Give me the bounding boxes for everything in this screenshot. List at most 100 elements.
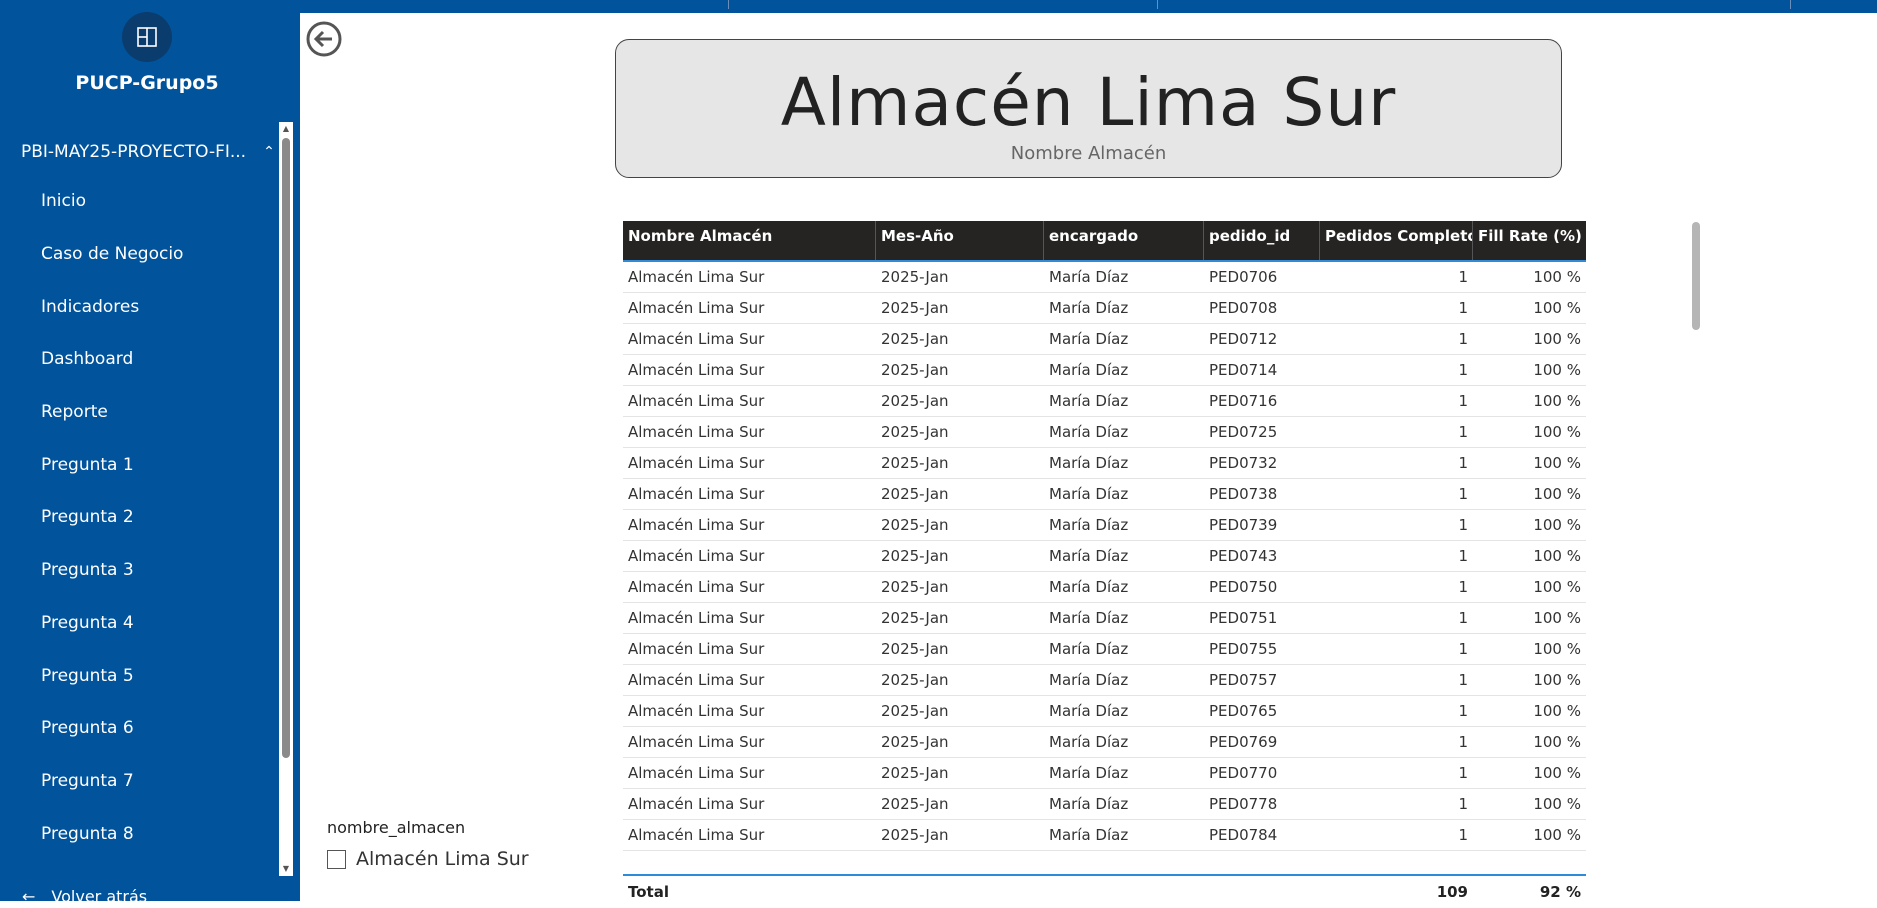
column-header[interactable]: Fill Rate (%)	[1473, 221, 1586, 260]
column-header[interactable]: encargado	[1044, 221, 1204, 260]
table-cell: 100 %	[1533, 361, 1581, 379]
slicer-option[interactable]: Almacén Lima Sur	[327, 848, 529, 870]
table-row: Almacén Lima Sur 2025-Jan María Díaz PED077…	[623, 789, 1586, 820]
table-cell: PED0738	[1209, 485, 1278, 503]
sidebar-item-caso-de-negocio[interactable]: Caso de Negocio	[0, 228, 280, 281]
table-row: Almacén Lima Sur 2025-Jan María Díaz PED076…	[623, 727, 1586, 758]
sidebar: PUCP-Grupo5 PBI-MAY25-PROYECTO-FI... ⌃ I…	[0, 0, 300, 901]
app-selector[interactable]: PBI-MAY25-PROYECTO-FI... ⌃	[21, 137, 281, 167]
table-cell: 100 %	[1533, 485, 1581, 503]
top-bar-divider	[728, 0, 729, 9]
table-row: Almacén Lima Sur 2025-Jan María Díaz PED071…	[623, 355, 1586, 386]
table-cell: 1	[1458, 795, 1468, 813]
table-cell: PED0739	[1209, 516, 1278, 534]
table-cell: Almacén Lima Sur	[628, 764, 765, 782]
total-pedidos-completos: 109	[1436, 883, 1468, 901]
table-cell: 100 %	[1533, 578, 1581, 596]
workspace-icon[interactable]	[122, 12, 172, 62]
column-header[interactable]: pedido_id	[1204, 221, 1320, 260]
table-cell: PED0706	[1209, 268, 1278, 286]
table-cell: María Díaz	[1049, 516, 1129, 534]
table-cell: Almacén Lima Sur	[628, 702, 765, 720]
column-header[interactable]: Mes-Año	[876, 221, 1044, 260]
table-row: Almacén Lima Sur 2025-Jan María Díaz PED078…	[623, 820, 1586, 851]
table-row: Almacén Lima Sur 2025-Jan María Díaz PED075…	[623, 634, 1586, 665]
sidebar-item-reporte[interactable]: Reporte	[0, 386, 280, 439]
table-cell: 1	[1458, 299, 1468, 317]
table-cell: PED0755	[1209, 640, 1278, 658]
table-cell: 100 %	[1533, 671, 1581, 689]
go-back-label: Volver atrás	[51, 887, 148, 901]
column-header[interactable]: Nombre Almacén	[623, 221, 876, 260]
table-row: Almacén Lima Sur 2025-Jan María Díaz PED074…	[623, 541, 1586, 572]
table-cell: Almacén Lima Sur	[628, 547, 765, 565]
table-cell: María Díaz	[1049, 764, 1129, 782]
table-cell: 1	[1458, 516, 1468, 534]
table-cell: 1	[1458, 764, 1468, 782]
scroll-down-icon[interactable]: ▼	[279, 862, 293, 876]
table-cell: 2025-Jan	[881, 299, 949, 317]
sidebar-item-pregunta-5[interactable]: Pregunta 5	[0, 649, 280, 702]
table-cell: Almacén Lima Sur	[628, 454, 765, 472]
table-cell: PED0769	[1209, 733, 1278, 751]
table-cell: 100 %	[1533, 392, 1581, 410]
table-cell: Almacén Lima Sur	[628, 361, 765, 379]
table-cell: 100 %	[1533, 454, 1581, 472]
table-cell: Almacén Lima Sur	[628, 516, 765, 534]
table-row: Almacén Lima Sur 2025-Jan María Díaz PED077…	[623, 758, 1586, 789]
table-cell: PED0765	[1209, 702, 1278, 720]
table-cell: María Díaz	[1049, 299, 1129, 317]
table-cell: María Díaz	[1049, 733, 1129, 751]
back-button[interactable]	[305, 20, 343, 58]
table-cell: María Díaz	[1049, 609, 1129, 627]
table-cell: PED0778	[1209, 795, 1278, 813]
sidebar-item-inicio[interactable]: Inicio	[0, 175, 280, 228]
table-cell: PED0770	[1209, 764, 1278, 782]
sidebar-item-pregunta-7[interactable]: Pregunta 7	[0, 755, 280, 808]
sidebar-item-pregunta-4[interactable]: Pregunta 4	[0, 597, 280, 650]
table-cell: María Díaz	[1049, 392, 1129, 410]
sidebar-item-dashboard[interactable]: Dashboard	[0, 333, 280, 386]
table-cell: 1	[1458, 671, 1468, 689]
table-cell: 1	[1458, 454, 1468, 472]
table-cell: 100 %	[1533, 330, 1581, 348]
column-header[interactable]: Pedidos Completos	[1320, 221, 1473, 260]
table-cell: Almacén Lima Sur	[628, 826, 765, 844]
scroll-up-icon[interactable]: ▲	[279, 122, 293, 136]
table-cell: Almacén Lima Sur	[628, 795, 765, 813]
table-cell: 1	[1458, 578, 1468, 596]
table-cell: 1	[1458, 547, 1468, 565]
table-cell: 2025-Jan	[881, 361, 949, 379]
top-bar	[300, 0, 1877, 13]
table-cell: PED0725	[1209, 423, 1278, 441]
table-row: Almacén Lima Sur 2025-Jan María Díaz PED073…	[623, 448, 1586, 479]
checkbox[interactable]	[327, 849, 346, 869]
sidebar-scrollbar[interactable]: ▲ ▼	[279, 122, 293, 876]
table-cell: 2025-Jan	[881, 671, 949, 689]
go-back-link[interactable]: ← Volver atrás	[22, 887, 147, 901]
table-body: Almacén Lima Sur 2025-Jan María Díaz PED070…	[623, 262, 1586, 874]
table-row: Almacén Lima Sur 2025-Jan María Díaz PED070…	[623, 262, 1586, 293]
table-cell: PED0714	[1209, 361, 1278, 379]
table-cell: Almacén Lima Sur	[628, 640, 765, 658]
table-cell: 2025-Jan	[881, 702, 949, 720]
sidebar-item-pregunta-1[interactable]: Pregunta 1	[0, 438, 280, 491]
table-row: Almacén Lima Sur 2025-Jan María Díaz PED073…	[623, 510, 1586, 541]
sidebar-item-pregunta-6[interactable]: Pregunta 6	[0, 702, 280, 755]
card-label: Nombre Almacén	[1010, 143, 1167, 164]
table-cell: María Díaz	[1049, 330, 1129, 348]
table-scrollbar-thumb[interactable]	[1692, 222, 1700, 330]
table-cell: Almacén Lima Sur	[628, 423, 765, 441]
table-cell: 2025-Jan	[881, 764, 949, 782]
sidebar-item-pregunta-8[interactable]: Pregunta 8	[0, 807, 280, 860]
sidebar-item-pregunta-2[interactable]: Pregunta 2	[0, 491, 280, 544]
sidebar-item-indicadores[interactable]: Indicadores	[0, 280, 280, 333]
table-cell: PED0708	[1209, 299, 1278, 317]
table-row: Almacén Lima Sur 2025-Jan María Díaz PED073…	[623, 479, 1586, 510]
scrollbar-thumb[interactable]	[282, 138, 290, 758]
card-value: Almacén Lima Sur	[780, 64, 1397, 141]
table-cell: 1	[1458, 609, 1468, 627]
sidebar-item-pregunta-3[interactable]: Pregunta 3	[0, 544, 280, 597]
table-cell: 1	[1458, 423, 1468, 441]
table-cell: 2025-Jan	[881, 609, 949, 627]
